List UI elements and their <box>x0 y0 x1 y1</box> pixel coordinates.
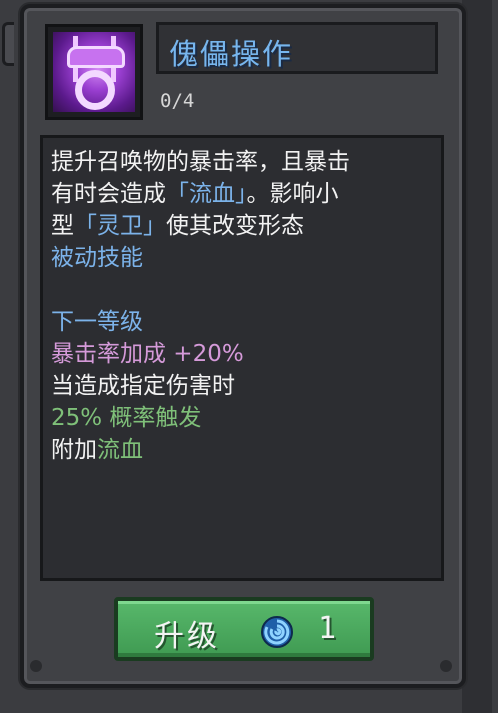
skill-icon-frame <box>45 24 143 120</box>
skill-title-box: 傀儡操作 <box>156 22 438 74</box>
effect-keyword: 流血 <box>97 437 143 463</box>
passive-label: 被动技能 <box>51 245 143 271</box>
desc-line-1: 提升召唤物的暴击率，且暴击 <box>51 149 350 175</box>
description-text: 提升召唤物的暴击率，且暴击 有时会造成「流血」。影响小 型「灵卫」使其改变形态 … <box>51 146 439 466</box>
description-box: 提升召唤物的暴击率，且暴击 有时会造成「流血」。影响小 型「灵卫」使其改变形态 … <box>40 135 444 581</box>
desc-text: 。影响小 <box>246 181 339 207</box>
effect-line: 附加流血 <box>51 434 439 466</box>
upgrade-cost: 1 <box>318 611 337 646</box>
effect-prefix: 附加 <box>51 437 97 463</box>
blue-gem-icon <box>261 616 293 648</box>
desc-text: 有时会造成 <box>51 181 166 207</box>
panel-rivet <box>30 660 42 672</box>
desc-line-2: 有时会造成「流血」。影响小 <box>51 178 439 210</box>
crit-bonus: 暴击率加成 +20% <box>51 341 244 367</box>
trigger-condition: 当造成指定伤害时 <box>51 373 235 399</box>
skill-level: 0/4 <box>160 90 195 112</box>
skill-title: 傀儡操作 <box>169 37 294 71</box>
bleed-keyword: 「流血」 <box>166 181 247 207</box>
spirit-guard-keyword: 「灵卫」 <box>74 213 166 239</box>
trigger-chance: 25% 概率触发 <box>51 405 202 431</box>
puppet-control-icon <box>53 32 135 112</box>
panel-tab <box>2 22 14 66</box>
desc-text: 型 <box>51 213 74 239</box>
icon-hand <box>67 46 125 68</box>
icon-ring <box>75 70 115 110</box>
desc-line-3: 型「灵卫」使其改变形态 <box>51 210 439 242</box>
upgrade-button[interactable]: 升级 1 <box>114 597 374 661</box>
game-screen: 傀儡操作 0/4 提升召唤物的暴击率，且暴击 有时会造成「流血」。影响小 型「灵… <box>0 0 498 713</box>
background-edge <box>462 0 492 713</box>
desc-text: 使其改变形态 <box>166 213 304 239</box>
next-level-heading: 下一等级 <box>51 309 143 335</box>
panel-rivet <box>440 660 452 672</box>
upgrade-label: 升级 <box>154 619 220 654</box>
